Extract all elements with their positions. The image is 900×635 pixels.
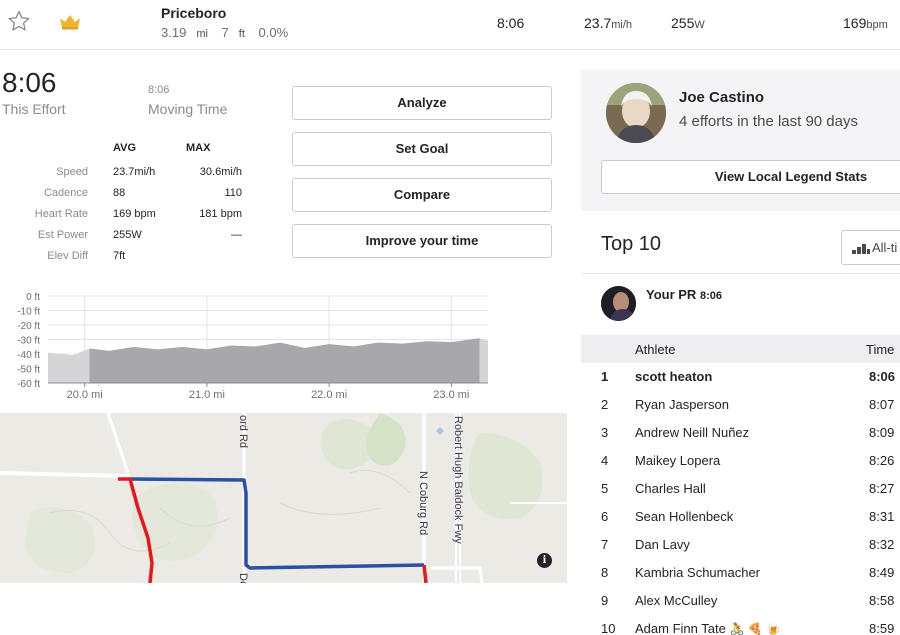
map-road-label: ord Rd <box>237 415 249 448</box>
leaderboard-filter-dropdown[interactable]: All-ti <box>841 230 900 265</box>
local-legend-name[interactable]: Joe Castino <box>679 89 764 106</box>
x-tick-label: 22.0 mi <box>311 389 347 401</box>
table-row[interactable]: 4 Maikey Lopera 8:26 <box>581 447 900 475</box>
header-time: 8:06 <box>497 15 525 31</box>
header-power: 255W <box>671 15 705 31</box>
view-local-legend-stats-button[interactable]: View Local Legend Stats <box>601 160 900 194</box>
crown-icon <box>60 15 80 30</box>
map-road-label-coburg: N Coburg Rd <box>417 471 429 535</box>
star-icon[interactable] <box>7 9 31 33</box>
analyze-button[interactable]: Analyze <box>292 86 552 120</box>
x-tick-label: 23.0 mi <box>433 389 469 401</box>
table-row[interactable]: 10 Adam Finn Tate 🚴 🍕 🍺 8:59 <box>581 615 900 635</box>
table-row[interactable]: 8 Kambria Schumacher 8:49 <box>581 559 900 587</box>
map-road-label-freeway: Robert Hugh Baldock Fwy <box>452 416 464 544</box>
effort-time: 8:06 <box>2 67 57 98</box>
segment-name[interactable]: Priceboro <box>161 5 226 21</box>
stat-row-cadence: Cadence 88 110 <box>43 187 242 199</box>
segment-distance: 3.19 mi <box>161 25 208 40</box>
segment-grade: 0.0% <box>258 25 289 40</box>
stat-row-speed: Speed 23.7mi/h 30.6mi/h <box>56 166 242 178</box>
header-speed: 23.7mi/h <box>584 15 633 31</box>
stat-row-elev-diff: Elev Diff 7ft <box>47 250 126 262</box>
map-canvas: ord Rd De N Coburg Rd Robert Hugh Baldoc… <box>0 413 567 583</box>
table-row[interactable]: 3 Andrew Neill Nuñez 8:09 <box>581 419 900 447</box>
map-road-label: De <box>237 573 249 583</box>
avatar[interactable] <box>606 83 666 143</box>
y-tick-label: -20 ft <box>17 321 40 332</box>
y-tick-label: -40 ft <box>17 350 40 361</box>
table-row[interactable]: 1 scott heaton 8:06 <box>581 363 900 391</box>
leaderboard-filter-label: All-ti <box>872 240 898 255</box>
effort-time-label: This Effort <box>2 101 66 117</box>
avg-header: AVG <box>113 142 137 154</box>
moving-time-label: Moving Time <box>148 101 228 117</box>
divider <box>581 273 900 274</box>
y-tick-label: -60 ft <box>17 379 40 390</box>
local-legend-subtitle: 4 efforts in the last 90 days <box>679 113 858 130</box>
map-info-icon[interactable]: i <box>537 553 552 568</box>
x-tick-label: 20.0 mi <box>67 389 103 401</box>
bar-chart-icon <box>852 243 870 254</box>
time-column-header: Time <box>866 342 895 357</box>
stat-row-heart-rate: Heart Rate 169 bpm 181 bpm <box>34 208 242 220</box>
y-tick-label: 0 ft <box>26 292 40 303</box>
avatar[interactable] <box>601 286 636 321</box>
elevation-profile-chart[interactable]: 0 ft -10 ft -20 ft -30 ft -40 ft -50 ft -60 ft… <box>0 288 500 404</box>
compare-button[interactable]: Compare <box>292 178 552 212</box>
table-row[interactable]: 2 Ryan Jasperson 8:07 <box>581 391 900 419</box>
table-row[interactable]: 7 Dan Lavy 8:32 <box>581 531 900 559</box>
your-pr-avatar-image <box>601 286 636 321</box>
your-pr-label: Your PR 8:06 <box>646 287 722 302</box>
local-legend-avatar-image <box>606 83 666 143</box>
x-tick-label: 21.0 mi <box>189 389 225 401</box>
segment-header-bar: Priceboro 3.19 mi 7 ft 0.0% 8:06 23.7mi/h … <box>0 0 900 50</box>
athlete-column-header: Athlete <box>635 342 676 357</box>
table-row[interactable]: 9 Alex McCulley 8:58 <box>581 587 900 615</box>
moving-time-value: 8:06 <box>148 84 170 96</box>
improve-time-button[interactable]: Improve your time <box>292 224 552 258</box>
leaderboard-header: Athlete Time <box>581 335 900 363</box>
elevation-segment-area <box>89 338 480 383</box>
segment-elev-gain: 7 ft <box>221 25 245 40</box>
set-goal-button[interactable]: Set Goal <box>292 132 552 166</box>
table-row[interactable]: 6 Sean Hollenbeck 8:31 <box>581 503 900 531</box>
table-row[interactable]: 5 Charles Hall 8:27 <box>581 475 900 503</box>
leaderboard-title: Top 10 <box>601 233 662 255</box>
segment-stats: 3.19 mi 7 ft 0.0% <box>161 25 298 40</box>
y-tick-label: -50 ft <box>17 365 40 376</box>
segment-map[interactable]: ord Rd De N Coburg Rd Robert Hugh Baldoc… <box>0 413 567 583</box>
max-header: MAX <box>186 142 211 154</box>
header-heart-rate: 169bpm <box>843 15 888 31</box>
athlete-emoji-badges: 🚴 🍕 🍺 <box>729 622 781 635</box>
y-tick-label: -10 ft <box>17 307 40 318</box>
y-tick-label: -30 ft <box>17 336 40 347</box>
stat-row-est-power: Est Power 255W — <box>37 229 242 241</box>
your-pr-time: 8:06 <box>699 290 722 302</box>
